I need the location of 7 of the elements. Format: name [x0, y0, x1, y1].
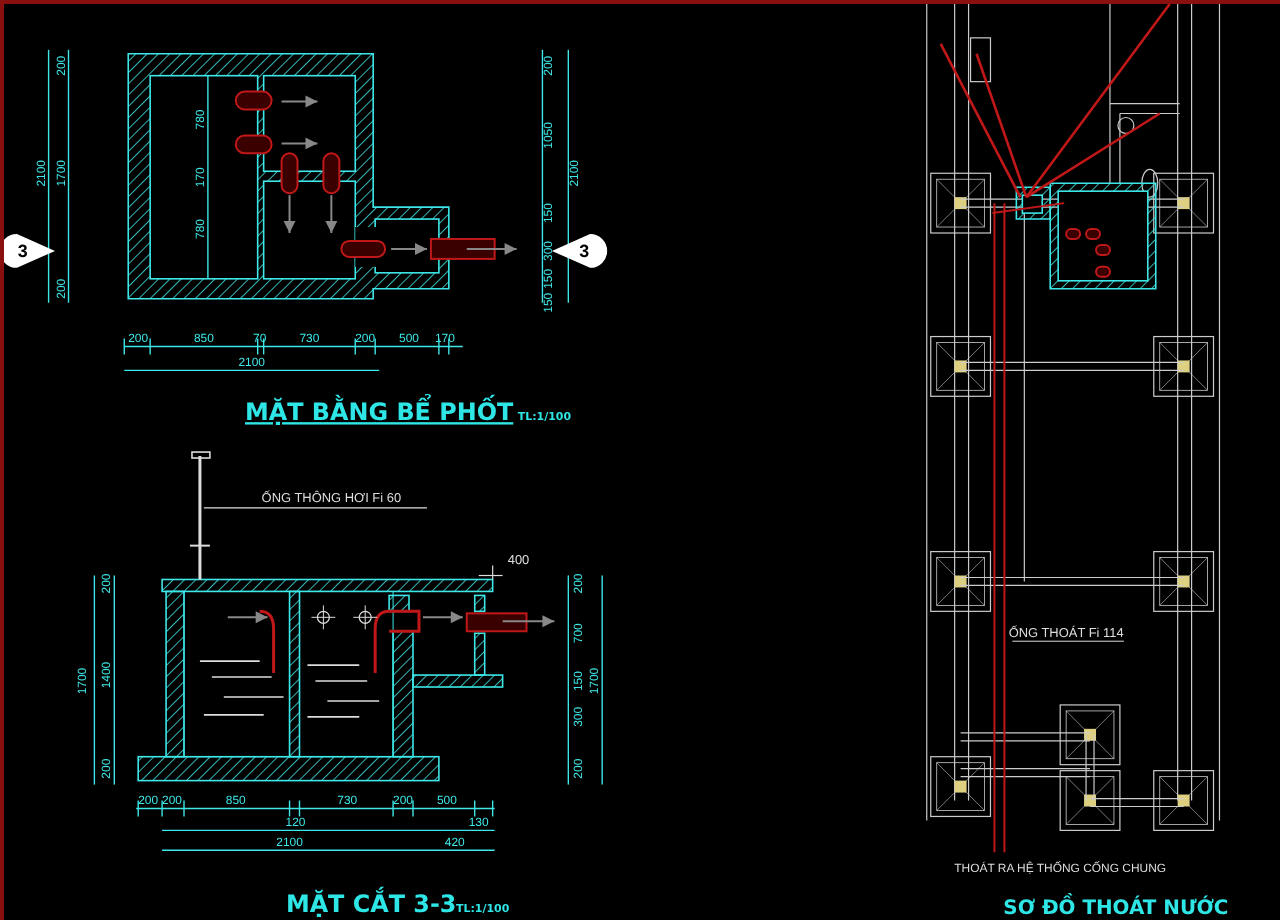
- drawing-title: MẶT BẰNG BỂ PHỐT: [245, 398, 514, 427]
- drawing-title: SƠ ĐỒ THOÁT NƯỚC: [1003, 898, 1229, 920]
- drawing-title: MẶT CẮT 3-3: [285, 890, 457, 919]
- section-marker-icon: [553, 234, 608, 268]
- section-number: 3: [17, 240, 28, 261]
- section-marker-icon: [0, 234, 54, 268]
- section-number: 3: [579, 240, 590, 261]
